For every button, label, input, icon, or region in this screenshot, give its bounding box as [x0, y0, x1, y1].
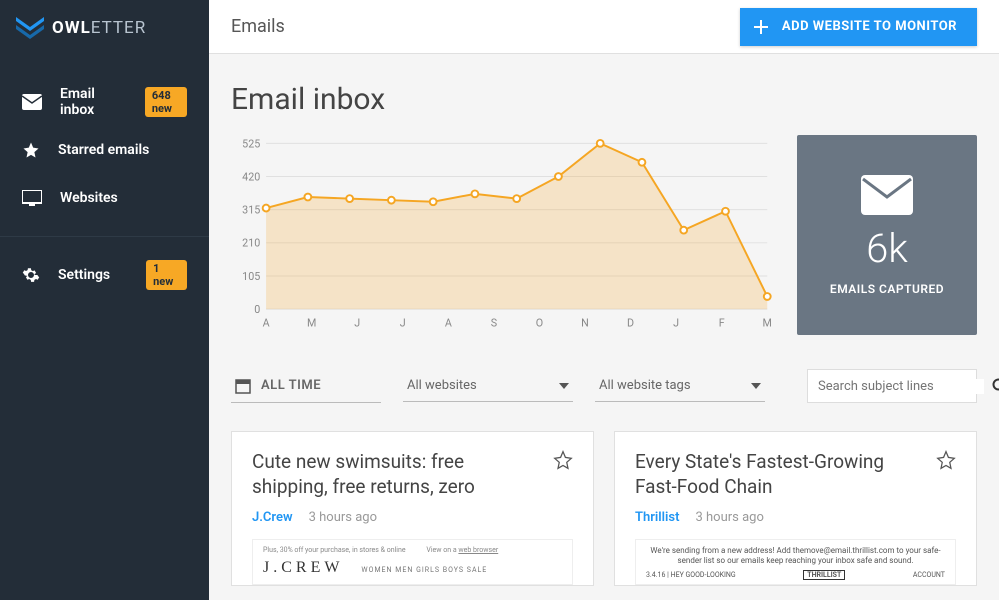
email-preview: We're sending from a new address! Add th…: [635, 539, 956, 585]
svg-text:J: J: [400, 317, 406, 330]
content: Email inbox 0 105 210 315 420 525 A M J J A S O N D J F M…: [209, 54, 999, 600]
stat-label: EMAILS CAPTURED: [830, 282, 944, 296]
main: Emails ADD WEBSITE TO MONITOR Email inbo…: [209, 0, 999, 600]
chevron-down-icon: [751, 383, 761, 389]
preview-logo: J.CREW: [263, 559, 343, 577]
svg-text:S: S: [491, 317, 497, 330]
email-cards: Cute new swimsuits: free shipping, free …: [231, 431, 977, 585]
sidebar-item-settings[interactable]: Settings 1 new: [0, 251, 209, 299]
page-title: Email inbox: [231, 82, 977, 117]
svg-text:F: F: [719, 317, 725, 330]
tags-filter[interactable]: All website tags: [595, 370, 765, 402]
email-card-brand[interactable]: J.Crew: [252, 510, 293, 525]
svg-text:D: D: [627, 317, 634, 330]
sidebar-item-label: Settings: [58, 267, 110, 283]
sidebar-separator: [0, 236, 209, 237]
svg-text:A: A: [445, 317, 452, 330]
brand-name: OWLETTER: [52, 18, 146, 38]
svg-text:525: 525: [242, 138, 260, 151]
search-icon: [992, 378, 999, 394]
websites-filter-label: All websites: [407, 378, 477, 393]
tags-filter-label: All website tags: [599, 378, 691, 393]
sidebar-item-badge: 648 new: [145, 87, 187, 117]
monitor-icon: [22, 190, 42, 206]
add-website-label: ADD WEBSITE TO MONITOR: [782, 19, 957, 34]
svg-text:N: N: [581, 317, 589, 330]
search-box[interactable]: [807, 369, 977, 403]
svg-text:O: O: [536, 317, 543, 330]
email-preview: Plus, 30% off your purchase, in stores &…: [252, 539, 573, 585]
email-card[interactable]: Every State's Fastest-Growing Fast-Food …: [614, 431, 977, 585]
svg-text:A: A: [263, 317, 270, 330]
email-card-time: 3 hours ago: [695, 510, 763, 525]
svg-text:J: J: [354, 317, 360, 330]
sidebar-item-label: Email inbox: [60, 86, 109, 118]
websites-filter[interactable]: All websites: [403, 370, 573, 402]
star-outline-icon[interactable]: [553, 450, 573, 499]
calendar-icon: [235, 378, 251, 394]
plus-icon: [754, 20, 768, 34]
svg-text:M: M: [763, 317, 772, 330]
sidebar: OWLETTER Email inbox 648 new Starred ema…: [0, 0, 209, 600]
email-card-time: 3 hours ago: [309, 510, 377, 525]
email-card-title: Cute new swimsuits: free shipping, free …: [252, 450, 541, 499]
sidebar-nav: Email inbox 648 new Starred emails Websi…: [0, 56, 209, 299]
time-filter-label: ALL TIME: [261, 378, 321, 393]
emails-captured-card: 6k EMAILS CAPTURED: [797, 135, 977, 335]
chart-row: 0 105 210 315 420 525 A M J J A S O N D J F M 6k EMAILS C…: [231, 135, 977, 339]
preview-date: 3.4.16 | HEY GOOD-LOOKING: [646, 571, 736, 579]
svg-text:105: 105: [242, 270, 260, 283]
svg-text:210: 210: [242, 237, 260, 250]
mail-large-icon: [861, 175, 913, 215]
chevron-down-icon: [559, 383, 569, 389]
svg-text:M: M: [307, 317, 316, 330]
preview-brand: THRILLIST: [803, 570, 845, 580]
email-card[interactable]: Cute new swimsuits: free shipping, free …: [231, 431, 594, 585]
sidebar-item-badge: 1 new: [146, 260, 187, 290]
sidebar-item-label: Websites: [60, 190, 118, 206]
sidebar-item-starred-emails[interactable]: Starred emails: [0, 126, 209, 174]
add-website-button[interactable]: ADD WEBSITE TO MONITOR: [740, 8, 977, 46]
email-card-brand[interactable]: Thrillist: [635, 510, 679, 525]
breadcrumb: Emails: [231, 16, 285, 37]
topbar: Emails ADD WEBSITE TO MONITOR: [209, 0, 999, 54]
gear-icon: [22, 266, 40, 284]
sidebar-item-websites[interactable]: Websites: [0, 174, 209, 222]
brand-logo[interactable]: OWLETTER: [0, 0, 209, 56]
preview-text: We're sending from a new address! Add th…: [646, 546, 945, 567]
preview-account: ACCOUNT: [913, 571, 945, 579]
preview-nav: WOMEN MEN GIRLS BOYS SALE: [361, 566, 487, 574]
time-filter[interactable]: ALL TIME: [231, 370, 381, 403]
svg-text:J: J: [673, 317, 679, 330]
stat-value: 6k: [866, 225, 908, 272]
emails-chart: 0 105 210 315 420 525 A M J J A S O N D J F M: [231, 135, 777, 339]
mail-icon: [22, 94, 42, 110]
owl-logo-icon: [16, 17, 44, 39]
search-input[interactable]: [818, 379, 984, 394]
sidebar-item-email-inbox[interactable]: Email inbox 648 new: [0, 78, 209, 126]
svg-text:420: 420: [242, 171, 260, 184]
filters-row: ALL TIME All websites All website tags: [231, 369, 977, 403]
star-outline-icon[interactable]: [936, 450, 956, 499]
svg-text:0: 0: [254, 303, 260, 316]
email-card-title: Every State's Fastest-Growing Fast-Food …: [635, 450, 924, 499]
svg-text:315: 315: [242, 204, 260, 217]
sidebar-item-label: Starred emails: [58, 142, 149, 158]
star-icon: [22, 141, 40, 159]
